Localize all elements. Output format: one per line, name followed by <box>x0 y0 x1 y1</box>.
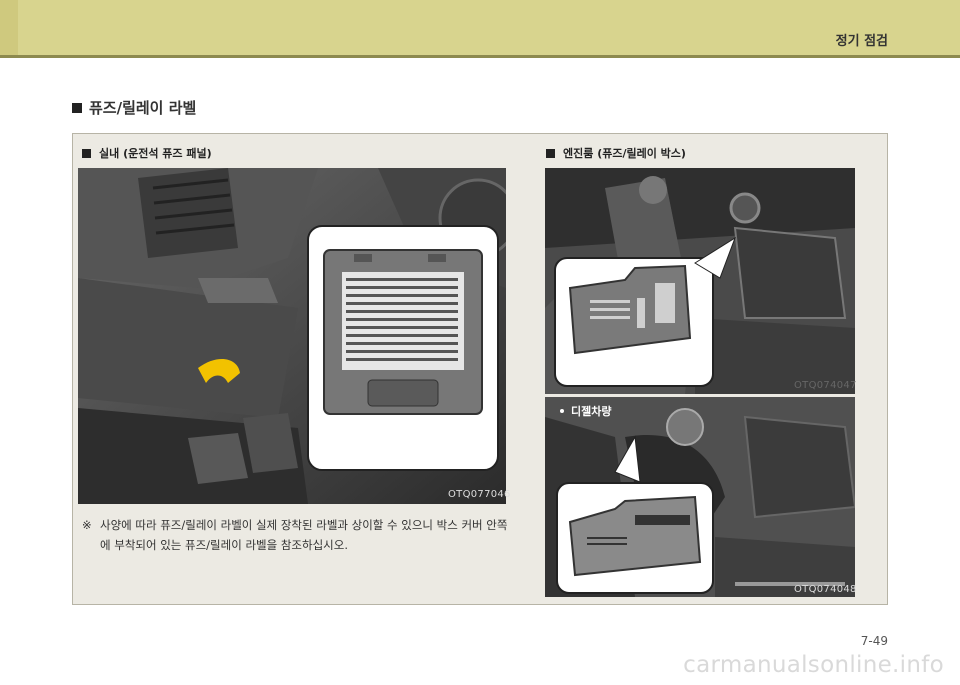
diesel-vehicle-label: 디젤차량 <box>560 403 611 419</box>
right-photo1-code: OTQ074047 <box>794 380 857 391</box>
diesel-engine-room-photo <box>545 397 855 597</box>
engine-room-fuse-box-photo <box>545 168 855 394</box>
page-number: 7-49 <box>860 634 888 648</box>
right-subheading-text: 엔진룸 (퓨즈/릴레이 박스) <box>563 147 686 160</box>
section-label: 정기 점검 <box>835 34 888 49</box>
interior-fuse-panel-photo <box>78 168 506 504</box>
bullet-dot-icon <box>560 409 564 413</box>
header-rule <box>0 55 960 58</box>
right-subheading: 엔진룸 (퓨즈/릴레이 박스) <box>546 145 686 161</box>
bullet-square-icon <box>546 148 555 158</box>
page-heading-text: 퓨즈/릴레이 라벨 <box>89 99 197 117</box>
note: ※ 사양에 따라 퓨즈/릴레이 라벨이 실제 장착된 라벨과 상이할 수 있으니… <box>82 515 512 555</box>
page-heading: 퓨즈/릴레이 라벨 <box>72 97 196 118</box>
bullet-square-icon <box>82 148 91 158</box>
header-bar <box>0 0 960 58</box>
right-photo2-code: OTQ074048 <box>794 584 857 595</box>
left-photo-code: OTQ077046 <box>448 489 511 500</box>
header-side-band <box>0 0 18 55</box>
note-mark: ※ <box>82 518 92 532</box>
note-text: 사양에 따라 퓨즈/릴레이 라벨이 실제 장착된 라벨과 상이할 수 있으니 박… <box>100 518 508 552</box>
left-subheading-text: 실내 (운전석 퓨즈 패널) <box>99 147 212 160</box>
watermark: carmanualsonline.info <box>683 652 944 678</box>
left-subheading: 실내 (운전석 퓨즈 패널) <box>82 145 212 161</box>
bullet-square-icon <box>72 102 82 113</box>
diesel-vehicle-label-text: 디젤차량 <box>571 405 612 418</box>
